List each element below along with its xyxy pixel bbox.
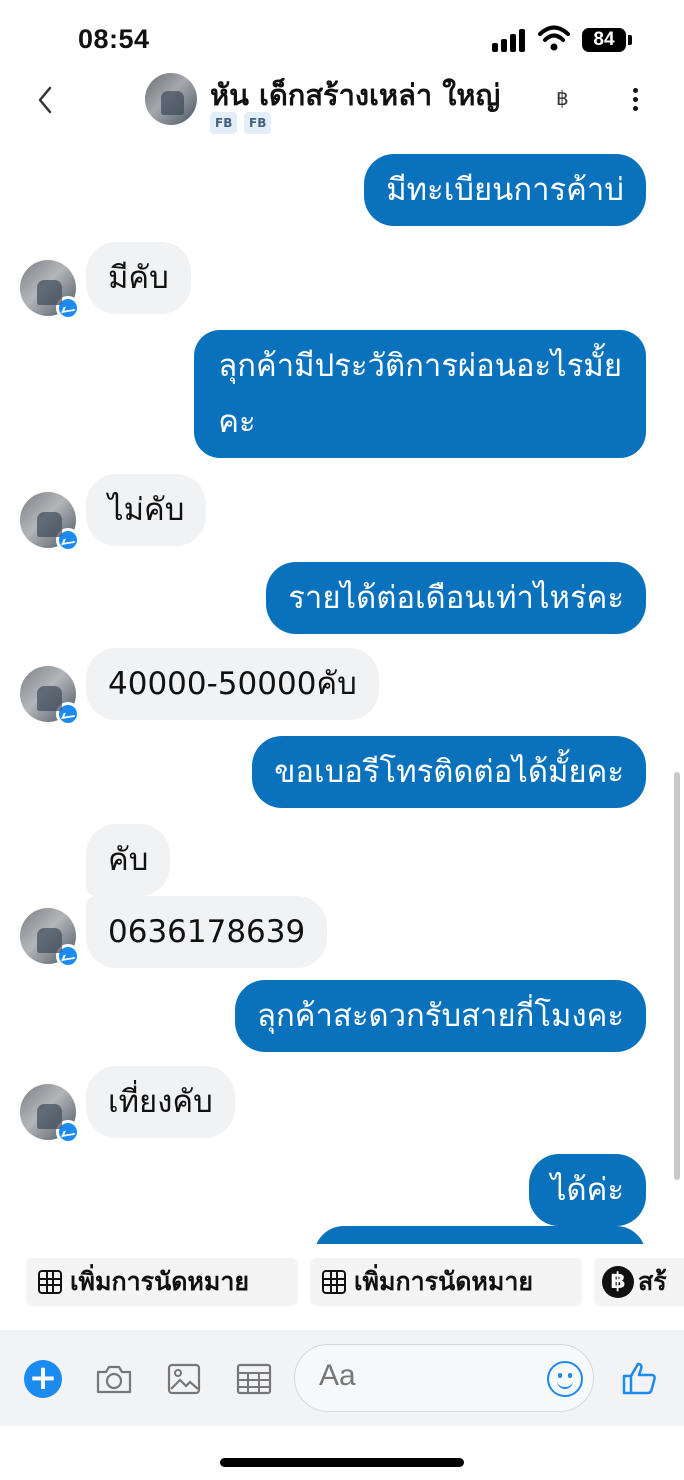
scrollbar[interactable] [674, 772, 680, 1180]
sender-avatar [20, 908, 80, 968]
plus-icon[interactable]: + [24, 1360, 62, 1398]
more-vertical-icon[interactable] [626, 84, 646, 116]
outgoing-message[interactable]: รายได้ต่อเดือนเท่าไหร่คะ [266, 562, 646, 634]
battery-level: 84 [582, 28, 626, 52]
fb-tag: FB [244, 112, 272, 134]
chip-label: เพิ่มการนัดหมาย [354, 1267, 534, 1296]
incoming-message[interactable]: 40000-50000คับ [86, 648, 379, 720]
messenger-badge-icon [56, 702, 80, 726]
outgoing-message[interactable]: ได้ค่ะ [528, 1154, 646, 1226]
status-bar: 08:54 84 [0, 0, 684, 70]
incoming-message[interactable]: 0636178639 [86, 896, 328, 968]
message-input[interactable]: Aa [294, 1344, 594, 1412]
outgoing-message-partial[interactable] [314, 1226, 646, 1244]
incoming-message[interactable]: คับ [86, 824, 171, 896]
sender-avatar [20, 666, 80, 726]
messenger-badge-icon [56, 944, 80, 968]
sender-avatar [20, 1084, 80, 1144]
back-chevron-icon[interactable] [32, 82, 60, 118]
contact-avatar[interactable] [145, 73, 197, 125]
cellular-signal-icon [492, 28, 528, 52]
thumbs-up-icon[interactable] [620, 1358, 660, 1398]
chip-label: เพิ่มการนัดหมาย [70, 1267, 250, 1296]
message-line: ลุกค้ามีประวัติการผ่อนอะไรมั้ย [218, 348, 622, 384]
sender-avatar [20, 492, 80, 552]
create-payment-button[interactable]: ฿ สร้ [594, 1258, 684, 1306]
messenger-badge-icon [56, 528, 80, 552]
message-line: คะ [218, 404, 256, 440]
incoming-message[interactable]: เที่ยงคับ [86, 1066, 235, 1138]
fb-tag: FB [210, 112, 238, 134]
message-input-placeholder: Aa [319, 1359, 356, 1392]
outgoing-message[interactable]: ลุกค้าสะดวกรับสายกี่โมงคะ [235, 980, 646, 1052]
incoming-message[interactable]: ไม่คับ [86, 474, 207, 546]
quick-actions-bar: เพิ่มการนัดหมาย เพิ่มการนัดหมาย ฿ สร้ [0, 1246, 684, 1318]
message-composer: + Aa [0, 1330, 684, 1426]
emoji-icon[interactable] [547, 1361, 583, 1397]
gallery-icon[interactable] [164, 1360, 204, 1398]
table-grid-icon[interactable] [234, 1360, 274, 1398]
sender-avatar [20, 260, 80, 320]
message-list[interactable]: มีทะเบียนการค้าบ่ มีคับ ลุกค้ามีประวัติก… [0, 140, 684, 1244]
wifi-icon [538, 25, 570, 51]
messenger-badge-icon [56, 1120, 80, 1144]
outgoing-message[interactable]: ขอเบอรีโทรติดต่อได้มั้ยคะ [252, 736, 646, 808]
outgoing-message[interactable]: มีทะเบียนการค้าบ่ [364, 154, 646, 226]
outgoing-message[interactable]: ลุกค้ามีประวัติการผ่อนอะไรมั้ย คะ [194, 330, 646, 458]
baht-coin-icon: ฿ [602, 1266, 634, 1298]
incoming-message[interactable]: มีคับ [86, 242, 191, 314]
messenger-badge-icon [56, 296, 80, 320]
calendar-grid-icon [38, 1270, 62, 1294]
baht-icon[interactable]: ฿ [556, 86, 569, 110]
add-appointment-button[interactable]: เพิ่มการนัดหมาย [310, 1258, 582, 1306]
add-appointment-button[interactable]: เพิ่มการนัดหมาย [26, 1258, 298, 1306]
home-indicator[interactable] [220, 1458, 464, 1467]
battery-tip [628, 35, 632, 45]
camera-icon[interactable] [94, 1360, 134, 1398]
status-time: 08:54 [78, 24, 150, 54]
calendar-grid-icon [322, 1270, 346, 1294]
chip-label: สร้ [638, 1267, 667, 1296]
chat-header: หัน เด็กสร้างเหล่า ใหญ่ FB FB ฿ [0, 70, 684, 140]
